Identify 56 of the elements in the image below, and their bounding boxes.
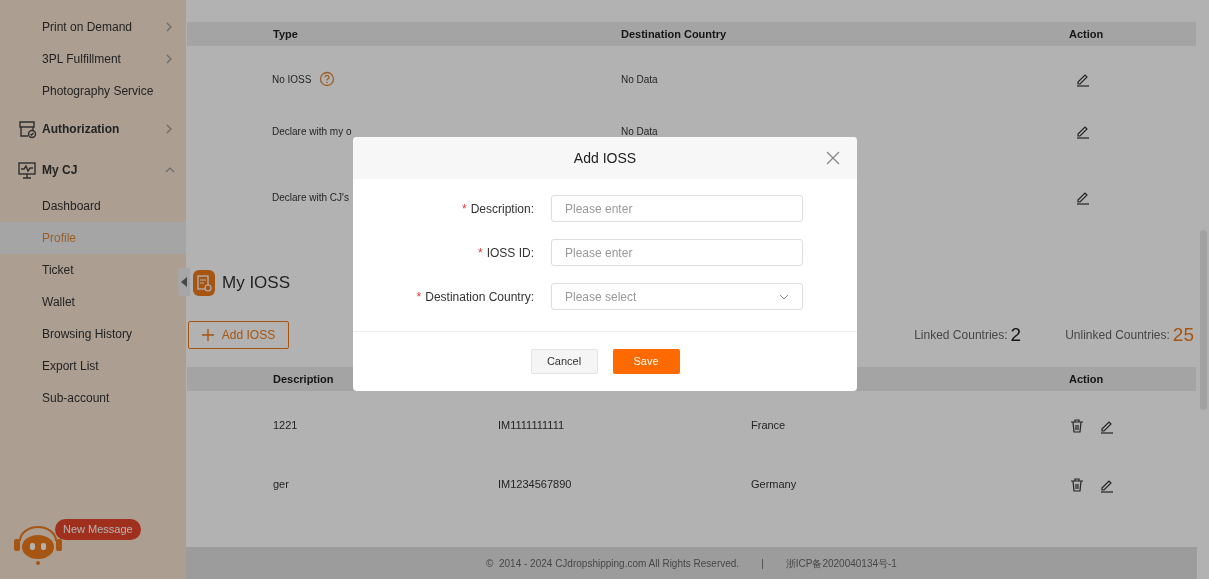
column-header: Action <box>1069 372 1104 385</box>
linked-count: 2 <box>1010 322 1022 347</box>
table-cell: No Data <box>621 125 658 137</box>
table-cell-text: Declare with CJ's <box>272 190 349 205</box>
field-label: Destination Country: <box>425 288 534 306</box>
store-icon <box>17 118 37 139</box>
table-cell: IM1234567890 <box>498 478 572 491</box>
sidebar-item[interactable]: Wallet <box>0 286 174 318</box>
sidebar-item[interactable]: Ticket <box>0 254 174 286</box>
dialog-title: Add IOSS <box>573 148 637 168</box>
table-cell: France <box>751 419 786 432</box>
table-cell: No Data <box>621 73 658 85</box>
linked-label: Linked Countries: <box>914 327 1008 344</box>
icp-text: 浙ICP备2020040134号-1 <box>785 556 897 571</box>
table-cell: IM1111111111 <box>498 419 565 432</box>
sidebar-item[interactable]: Dashboard <box>0 190 174 222</box>
input-field[interactable]: Please enter <box>551 195 803 222</box>
required-mark: * <box>478 244 483 262</box>
column-header: Description <box>273 372 334 385</box>
chevron-down-icon <box>779 293 789 300</box>
caret-left-icon <box>181 277 187 287</box>
column-header: Action <box>1069 26 1105 42</box>
table-cell-text: Declare with my o <box>272 124 352 139</box>
table-cell: 1221 <box>273 419 298 432</box>
column-header: Destination Country <box>621 26 728 42</box>
sidebar-item[interactable]: 3PL Fulfillment <box>0 43 186 75</box>
section-title: My IOSS <box>222 272 290 295</box>
table-cell: Germany <box>751 478 797 491</box>
table-cell: ger <box>273 478 289 491</box>
field-label: IOSS ID: <box>486 244 534 262</box>
trash-icon <box>1069 476 1085 493</box>
copyright-text: © 2014 - 2024 CJdropshipping.com All Rights Reserved. <box>486 556 740 571</box>
sidebar-item[interactable]: Photography Service <box>0 75 186 107</box>
sidebar-item[interactable]: Browsing History <box>0 318 174 350</box>
required-mark: * <box>461 200 467 218</box>
sidebar-group[interactable]: My CJ <box>0 149 186 190</box>
required-mark: * <box>416 288 422 306</box>
sidebar-item[interactable]: Print on Demand <box>0 11 186 43</box>
unlinked-count: 25 <box>1172 322 1194 347</box>
cancel-button[interactable]: Cancel <box>530 349 598 374</box>
plus-icon <box>201 329 214 341</box>
monitor-icon <box>17 159 37 180</box>
trash-icon <box>1069 417 1085 434</box>
sidebar-item[interactable]: Sub-account <box>0 382 174 414</box>
close-icon[interactable] <box>826 151 840 165</box>
field-label: Description: <box>470 200 534 218</box>
document-icon <box>193 270 215 296</box>
sidebar-item[interactable]: Export List <box>0 350 174 382</box>
input-field[interactable]: Please enter <box>551 239 803 266</box>
footer-separator: | <box>761 556 764 571</box>
collapse-handle[interactable] <box>178 268 190 296</box>
table-cell-text: No IOSS <box>272 72 312 87</box>
unlinked-label: Unlinked Countries: <box>1065 327 1170 344</box>
message-badge: New Message <box>55 519 141 540</box>
column-header: Type <box>272 26 299 42</box>
sidebar-group[interactable]: Authorization <box>0 108 186 149</box>
